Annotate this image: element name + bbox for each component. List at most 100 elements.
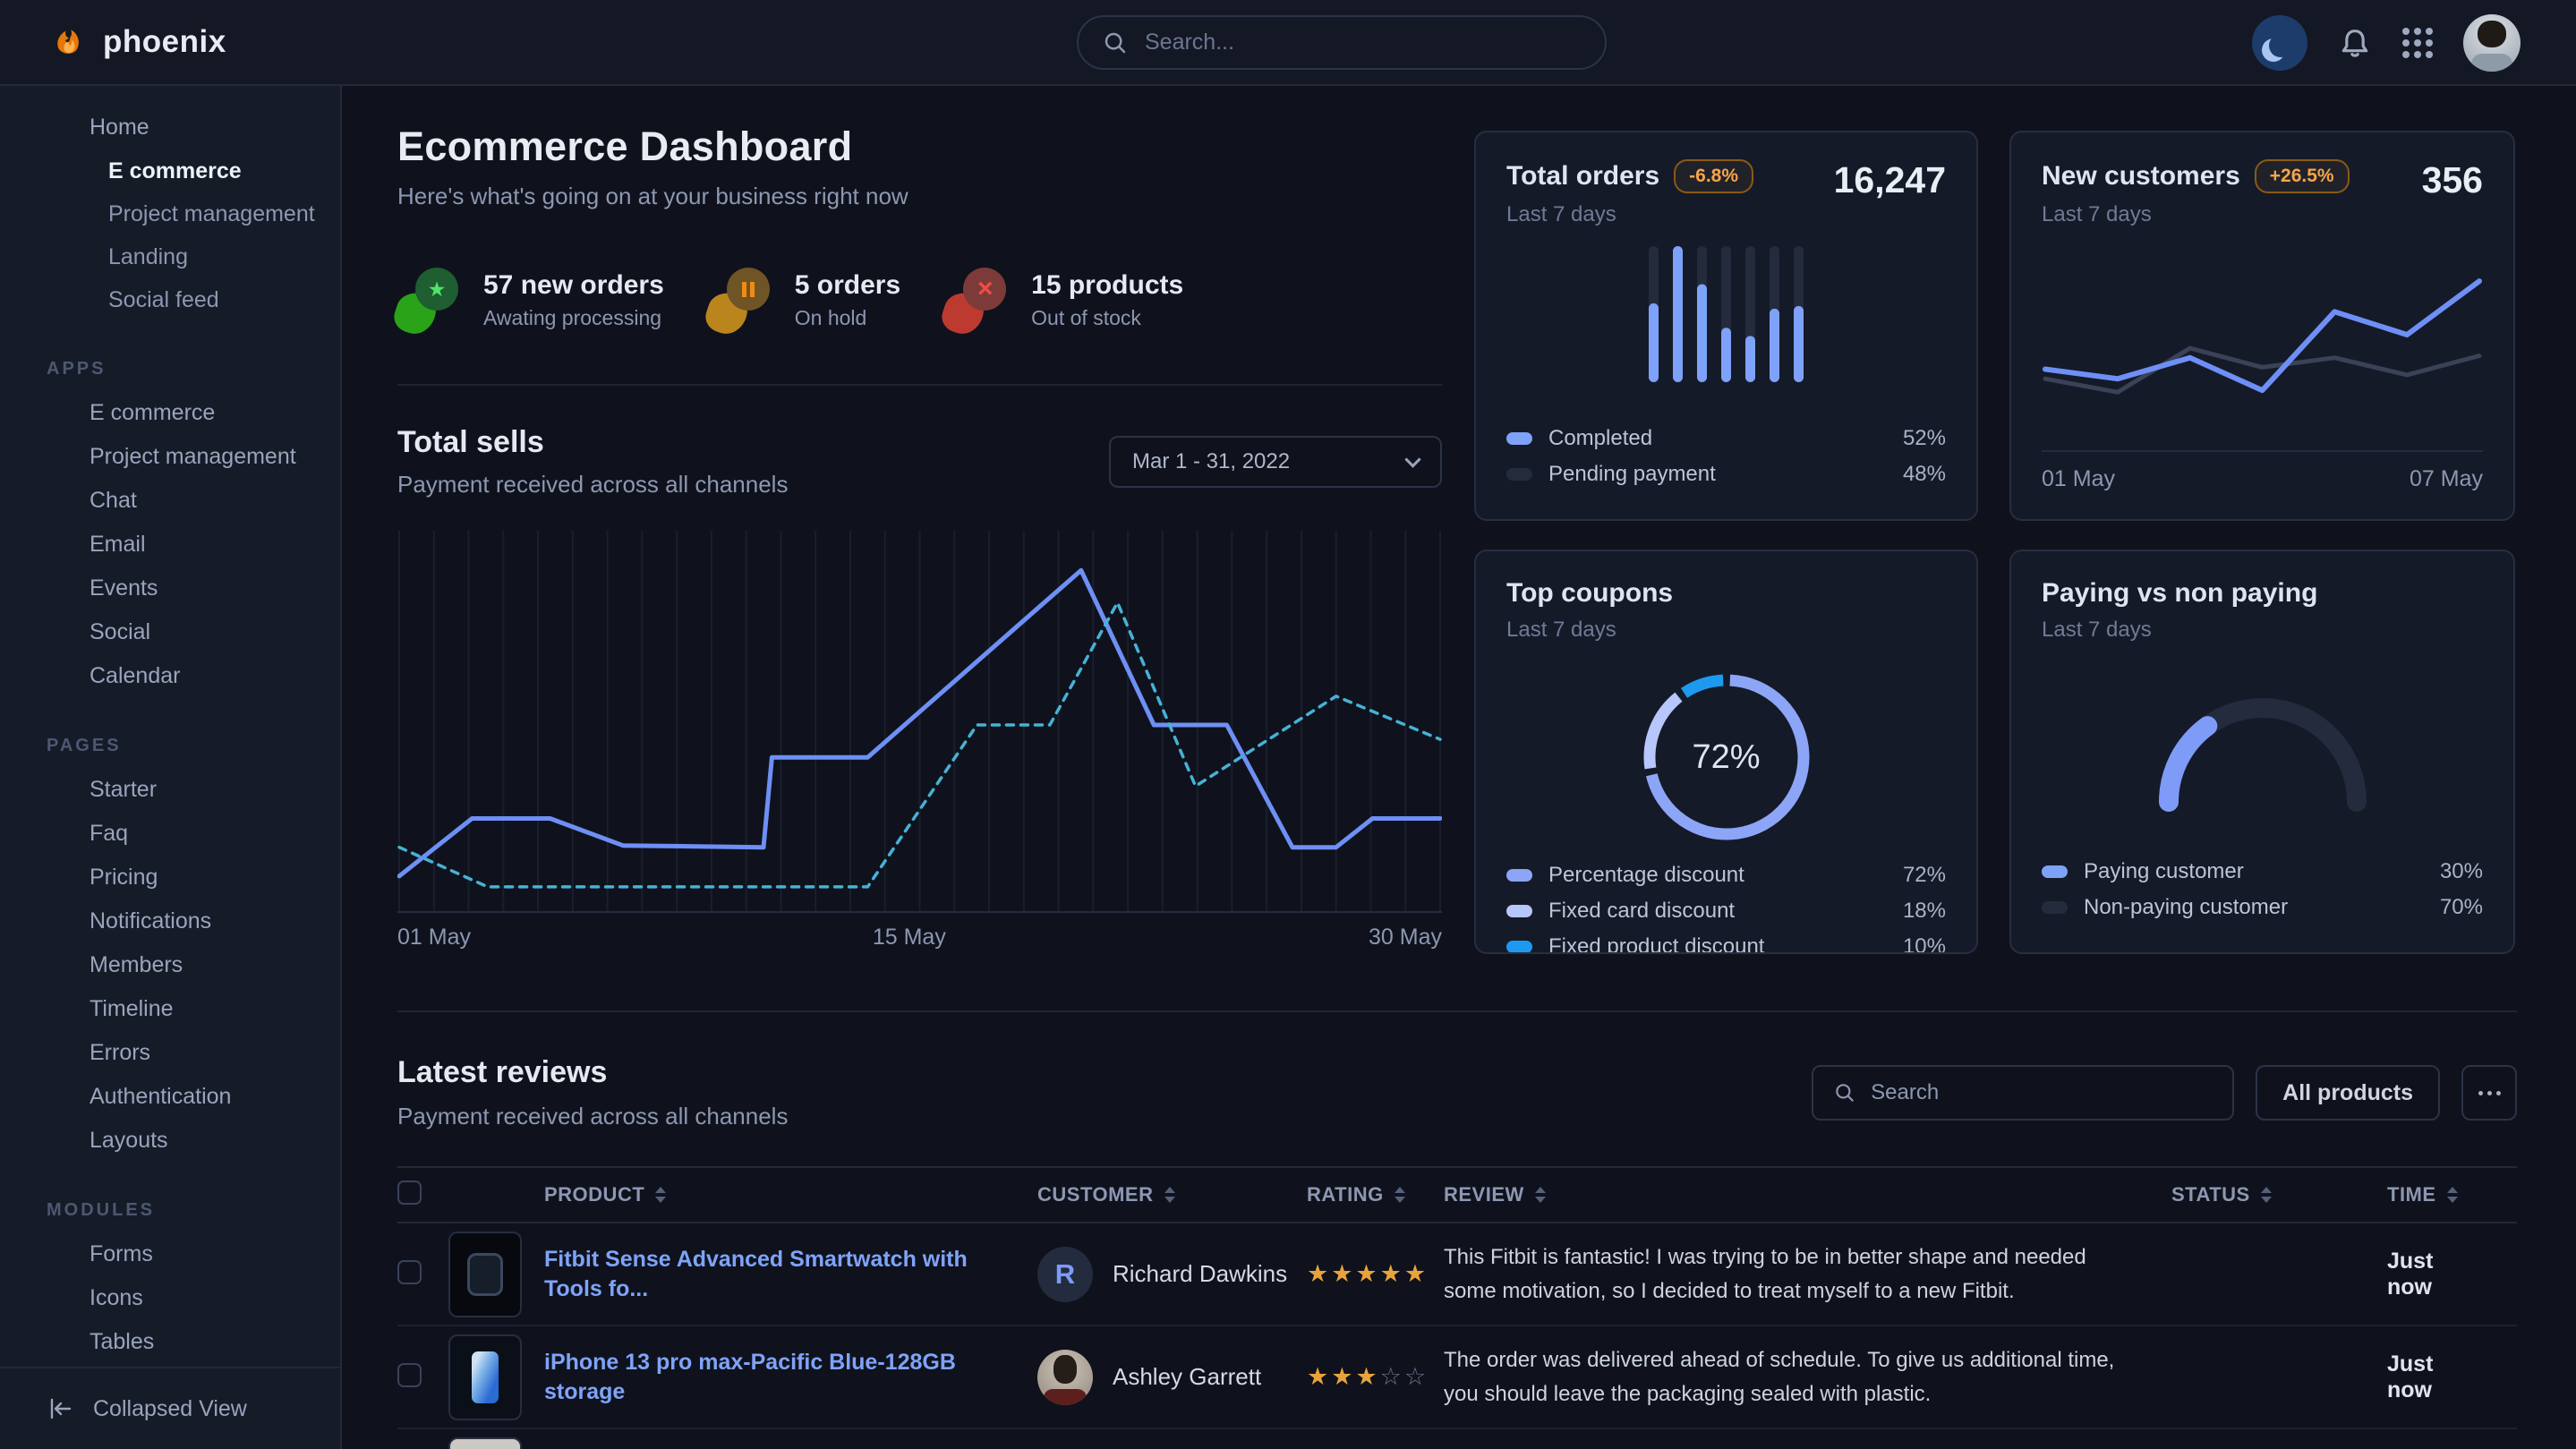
sidebar-item[interactable]: Forms	[0, 1232, 340, 1276]
trend-badge: +26.5%	[2255, 159, 2350, 193]
column-header-customer[interactable]: CUSTOMER	[1037, 1183, 1307, 1206]
legend-label: Completed	[1548, 426, 1652, 451]
legend-swatch	[1506, 941, 1532, 953]
more-options-button[interactable]	[2461, 1065, 2517, 1121]
global-search[interactable]	[1077, 15, 1607, 70]
sidebar-item[interactable]: Project management	[0, 192, 340, 235]
notifications-button[interactable]	[2338, 26, 2372, 60]
stat-glyph-icon	[428, 277, 447, 302]
row-checkbox[interactable]	[397, 1363, 422, 1387]
sidebar-item[interactable]: E commerce	[0, 391, 340, 435]
kpi-cards: Total orders -6.8% Last 7 days 16,247 Co…	[1474, 131, 2517, 957]
column-header-rating[interactable]: RATING	[1307, 1183, 1444, 1206]
total-sells-chart	[397, 531, 1442, 914]
sidebar-item[interactable]: Social feed	[0, 278, 340, 321]
reviews-table: PRODUCT CUSTOMER RATING REVIEW STATUS TI…	[397, 1166, 2517, 1449]
product-link[interactable]: Fitbit Sense Advanced Smartwatch with To…	[544, 1245, 1037, 1303]
sidebar-item-label: PAGES	[47, 736, 122, 756]
sidebar-item[interactable]: Home	[0, 106, 340, 149]
sidebar-item-label: Errors	[90, 1040, 150, 1066]
legend-row: Percentage discount 72%	[1506, 857, 1946, 893]
card-title: Top coupons	[1506, 578, 1673, 609]
top-coupons-card: Top coupons Last 7 days 72% Percentage d…	[1474, 550, 1978, 954]
sidebar-item-label: Icons	[90, 1285, 143, 1311]
user-avatar[interactable]	[2463, 14, 2521, 72]
product-thumbnail[interactable]	[448, 1334, 522, 1420]
sidebar-item[interactable]: Members	[0, 943, 340, 987]
product-thumbnail[interactable]	[448, 1232, 522, 1317]
select-all-checkbox[interactable]	[397, 1181, 422, 1205]
sidebar-item-label: Home	[90, 115, 149, 141]
legend-swatch	[2042, 865, 2068, 878]
product-link[interactable]: iPhone 13 pro max-Pacific Blue-128GB sto…	[544, 1348, 1037, 1406]
navbar-actions	[2252, 0, 2521, 86]
date-range-select[interactable]: Mar 1 - 31, 2022	[1109, 436, 1442, 488]
x-tick: 15 May	[873, 925, 946, 950]
card-value: 356	[2422, 159, 2483, 201]
card-period: Last 7 days	[1506, 618, 1673, 643]
sidebar-item[interactable]: Timeline	[0, 987, 340, 1031]
review-time: Just now	[2364, 1249, 2480, 1300]
sidebar-item[interactable]: Pricing	[0, 856, 340, 899]
sidebar-item[interactable]: Social	[0, 610, 340, 654]
sidebar-item-label: Landing	[108, 244, 188, 270]
sidebar-item[interactable]: Starter	[0, 768, 340, 812]
bell-icon	[2338, 26, 2372, 60]
sidebar-item[interactable]: Calendar	[0, 654, 340, 698]
collapsed-view-toggle[interactable]: Collapsed View	[0, 1367, 340, 1449]
sort-icon	[1395, 1187, 1405, 1203]
sidebar-item[interactable]: E commerce	[0, 149, 340, 192]
coupons-donut-chart: 72%	[1637, 668, 1816, 847]
row-checkbox[interactable]	[397, 1260, 422, 1284]
stat-value: 5 orders	[795, 270, 900, 301]
sidebar-item[interactable]: Events	[0, 567, 340, 610]
column-header-product[interactable]: PRODUCT	[544, 1183, 1037, 1206]
apps-grid-button[interactable]	[2402, 28, 2433, 58]
customer-name: Richard Dawkins	[1113, 1260, 1287, 1288]
sidebar-item[interactable]: Faq	[0, 812, 340, 856]
theme-toggle-button[interactable]	[2252, 15, 2307, 71]
stat-sub: Awating processing	[483, 306, 664, 330]
sidebar-item-label: Layouts	[90, 1128, 168, 1154]
column-header-status[interactable]: STATUS	[2171, 1183, 2364, 1206]
all-products-button[interactable]: All products	[2256, 1065, 2440, 1121]
sidebar-item[interactable]: Errors	[0, 1031, 340, 1075]
sidebar-item-label: Timeline	[90, 996, 174, 1022]
sidebar-item[interactable]: Chat	[0, 479, 340, 523]
reviews-search-input[interactable]	[1871, 1080, 2213, 1105]
latest-reviews-section: Latest reviews Payment received across a…	[397, 1055, 2517, 1449]
sidebar-item[interactable]: Icons	[0, 1276, 340, 1320]
sidebar-item[interactable]: Tables	[0, 1320, 340, 1364]
review-time: Just now	[2364, 1351, 2480, 1403]
legend-label: Paying customer	[2084, 859, 2244, 884]
sidebar-item-label: APPS	[47, 359, 106, 379]
sidebar-item[interactable]: Layouts	[0, 1119, 340, 1163]
new-customers-x-axis: 01 May 07 May	[2042, 450, 2483, 492]
sort-icon	[2447, 1187, 2458, 1203]
reviews-title: Latest reviews	[397, 1055, 788, 1090]
search-input[interactable]	[1145, 30, 1582, 55]
sidebar-item[interactable]: Landing	[0, 235, 340, 278]
stat-item: 57 new orders Awating processing	[397, 266, 664, 334]
sidebar-item: PAGES	[0, 734, 340, 757]
sidebar-item[interactable]: Project management	[0, 435, 340, 479]
sidebar-item-label: Forms	[90, 1241, 153, 1267]
sidebar-item[interactable]: Email	[0, 523, 340, 567]
table-header: PRODUCT CUSTOMER RATING REVIEW STATUS TI…	[397, 1166, 2517, 1223]
sidebar-item-label: Tables	[90, 1329, 154, 1355]
column-header-review[interactable]: REVIEW	[1444, 1183, 2171, 1206]
brand-logo[interactable]: phoenix	[49, 22, 226, 62]
divider	[397, 384, 1442, 386]
sidebar-item-label: Faq	[90, 821, 128, 847]
section-divider	[397, 1010, 2517, 1012]
review-text: The order was delivered ahead of schedul…	[1444, 1343, 2171, 1410]
column-header-time[interactable]: TIME	[2364, 1183, 2480, 1206]
sidebar-item-label: Pricing	[90, 865, 158, 891]
legend-value: 10%	[1903, 934, 1946, 954]
product-thumbnail[interactable]	[448, 1437, 522, 1449]
reviews-search[interactable]	[1812, 1065, 2234, 1121]
stat-icon	[709, 266, 770, 334]
sidebar-item[interactable]: Authentication	[0, 1075, 340, 1119]
stat-sub: Out of stock	[1031, 306, 1183, 330]
sidebar-item[interactable]: Notifications	[0, 899, 340, 943]
